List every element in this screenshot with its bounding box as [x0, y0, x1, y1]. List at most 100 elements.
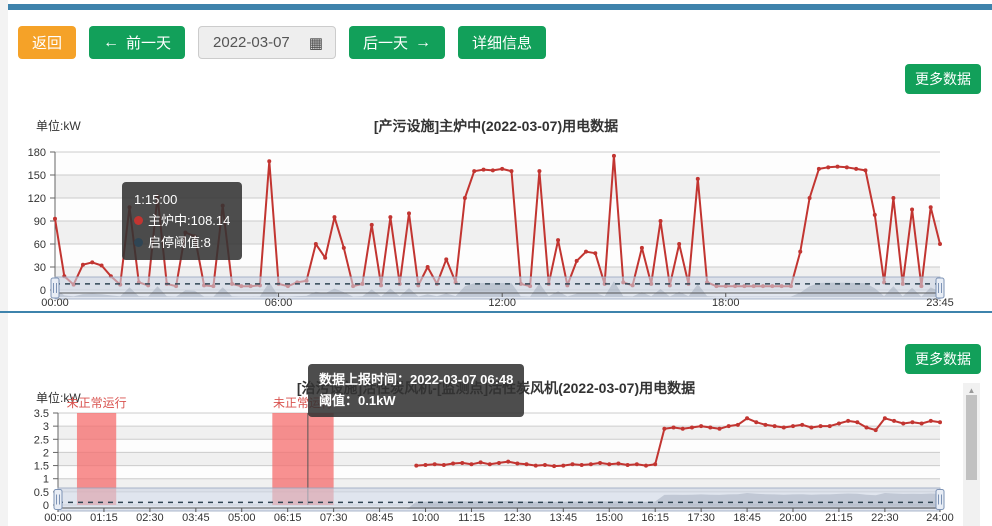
- data-point[interactable]: [518, 281, 523, 286]
- data-point[interactable]: [542, 463, 547, 468]
- data-point[interactable]: [556, 238, 561, 243]
- scrollbar-thumb[interactable]: [966, 395, 977, 480]
- data-point[interactable]: [174, 284, 179, 289]
- data-point[interactable]: [742, 284, 747, 289]
- data-point[interactable]: [928, 205, 933, 210]
- data-point[interactable]: [451, 461, 456, 466]
- data-point[interactable]: [699, 424, 704, 429]
- data-point[interactable]: [136, 280, 141, 285]
- data-point[interactable]: [723, 284, 728, 289]
- data-point[interactable]: [341, 245, 346, 250]
- data-point[interactable]: [552, 464, 557, 469]
- data-point[interactable]: [621, 280, 626, 285]
- data-point[interactable]: [202, 283, 207, 288]
- data-point[interactable]: [108, 274, 113, 279]
- data-point[interactable]: [276, 281, 281, 286]
- data-point[interactable]: [938, 242, 942, 246]
- data-point[interactable]: [537, 169, 542, 174]
- data-point[interactable]: [835, 164, 840, 169]
- data-point[interactable]: [928, 418, 933, 423]
- data-point[interactable]: [593, 251, 598, 256]
- data-point[interactable]: [919, 284, 924, 289]
- data-point[interactable]: [565, 283, 570, 288]
- data-point[interactable]: [680, 426, 685, 431]
- data-point[interactable]: [891, 196, 896, 200]
- datazoom-slider-track[interactable]: [54, 276, 941, 300]
- data-point[interactable]: [634, 462, 639, 467]
- more-data-button-chart2[interactable]: 更多数据: [905, 344, 981, 374]
- data-point[interactable]: [598, 460, 603, 465]
- data-point[interactable]: [639, 245, 644, 250]
- data-point[interactable]: [441, 463, 446, 468]
- data-point[interactable]: [863, 168, 868, 173]
- data-point[interactable]: [304, 278, 309, 283]
- data-point[interactable]: [602, 281, 607, 286]
- data-point[interactable]: [689, 425, 694, 430]
- data-point[interactable]: [695, 176, 700, 181]
- data-point[interactable]: [772, 424, 777, 429]
- data-point[interactable]: [462, 196, 467, 200]
- data-point[interactable]: [579, 463, 584, 468]
- data-point[interactable]: [826, 165, 831, 170]
- data-point[interactable]: [80, 262, 85, 267]
- data-point[interactable]: [763, 422, 768, 427]
- data-point[interactable]: [882, 280, 887, 285]
- data-point[interactable]: [99, 263, 104, 268]
- data-point[interactable]: [323, 255, 328, 260]
- data-point[interactable]: [533, 463, 538, 468]
- data-point[interactable]: [369, 222, 374, 227]
- data-point[interactable]: [388, 215, 393, 220]
- data-point[interactable]: [671, 425, 676, 430]
- data-point[interactable]: [509, 169, 514, 174]
- calendar-icon[interactable]: ▦: [309, 34, 323, 52]
- data-point[interactable]: [570, 462, 575, 467]
- data-point[interactable]: [285, 284, 290, 289]
- data-point[interactable]: [882, 416, 887, 421]
- data-point[interactable]: [798, 249, 803, 254]
- data-point[interactable]: [472, 169, 477, 174]
- data-point[interactable]: [588, 462, 593, 467]
- datazoom-slider-track[interactable]: [57, 487, 941, 512]
- data-point[interactable]: [146, 283, 151, 288]
- data-point[interactable]: [791, 424, 795, 429]
- data-point[interactable]: [416, 283, 421, 288]
- data-point[interactable]: [414, 463, 419, 468]
- datazoom-handle[interactable]: [53, 489, 63, 510]
- data-point[interactable]: [611, 153, 616, 158]
- data-point[interactable]: [434, 281, 439, 286]
- data-point[interactable]: [892, 418, 897, 423]
- data-point[interactable]: [751, 284, 756, 289]
- data-point[interactable]: [662, 426, 667, 431]
- detail-info-button[interactable]: 详细信息: [458, 26, 547, 59]
- data-point[interactable]: [781, 425, 786, 430]
- data-point[interactable]: [71, 282, 76, 287]
- datazoom-handle[interactable]: [935, 489, 945, 510]
- data-point[interactable]: [901, 421, 906, 426]
- data-point[interactable]: [818, 424, 823, 429]
- data-point[interactable]: [211, 284, 216, 289]
- data-point[interactable]: [677, 242, 682, 246]
- data-point[interactable]: [658, 219, 663, 223]
- data-point[interactable]: [708, 425, 713, 430]
- data-point[interactable]: [500, 166, 505, 171]
- data-point[interactable]: [313, 242, 318, 246]
- data-point[interactable]: [506, 459, 511, 464]
- data-point[interactable]: [584, 249, 588, 254]
- data-point[interactable]: [770, 284, 775, 289]
- next-day-button[interactable]: 后一天 →: [349, 26, 446, 59]
- data-point[interactable]: [490, 168, 495, 173]
- data-point[interactable]: [524, 462, 529, 467]
- data-point[interactable]: [872, 212, 877, 217]
- data-point[interactable]: [910, 420, 915, 425]
- data-point[interactable]: [164, 281, 169, 286]
- data-point[interactable]: [846, 418, 851, 423]
- scrollbar-up-arrow-icon[interactable]: ▲: [963, 383, 980, 395]
- data-point[interactable]: [239, 284, 244, 289]
- data-point[interactable]: [816, 166, 821, 171]
- data-point[interactable]: [855, 420, 860, 425]
- data-point[interactable]: [90, 260, 95, 265]
- data-point[interactable]: [900, 281, 905, 286]
- data-point[interactable]: [528, 284, 533, 289]
- data-point[interactable]: [616, 461, 621, 466]
- data-point[interactable]: [432, 462, 437, 467]
